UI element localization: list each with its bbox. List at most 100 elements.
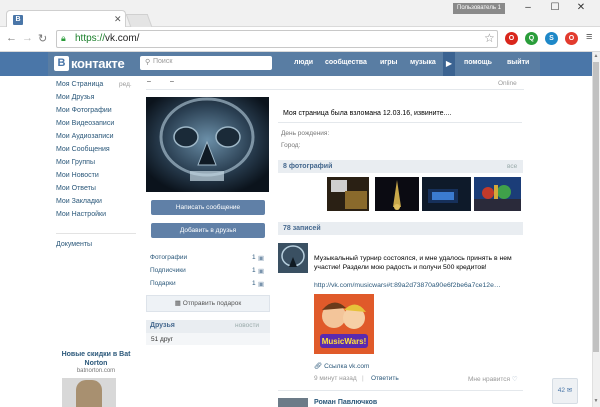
browser-menu-icon[interactable]: ≡: [586, 31, 592, 43]
post-author-avatar[interactable]: [278, 398, 308, 407]
vk-search-placeholder[interactable]: Поиск: [153, 58, 172, 65]
photos-title[interactable]: 8 фотографий: [283, 163, 332, 170]
forward-icon[interactable]: →: [22, 32, 33, 44]
menu-edit-link[interactable]: ред.: [119, 81, 132, 88]
followers-icon: ▣: [258, 268, 265, 275]
photo-thumb[interactable]: [422, 177, 471, 211]
gift-icon: ▦: [174, 300, 183, 307]
scroll-up-icon[interactable]: ▲: [592, 53, 600, 59]
chat-count: 42: [557, 387, 565, 394]
post-link[interactable]: http://vk.com/musicwars#t:89a2d73870a90e…: [314, 282, 501, 289]
menu-documents[interactable]: Документы: [56, 241, 92, 248]
menu-my-messages[interactable]: Мои Сообщения: [56, 146, 110, 153]
browser-tab[interactable]: В ✕: [6, 10, 126, 28]
chat-icon: ✉: [566, 387, 573, 394]
send-gift-label: Отправить подарок: [182, 300, 242, 307]
post-divider: [278, 390, 523, 391]
counter-photos-count[interactable]: 1: [252, 254, 256, 261]
photo-thumb[interactable]: [375, 177, 419, 211]
photo-thumb[interactable]: [474, 177, 521, 211]
gift-icon: ▣: [258, 281, 265, 288]
post-game-image[interactable]: MusicWars!: [314, 294, 374, 354]
menu-my-photos[interactable]: Мои Фотографии: [56, 107, 112, 114]
link-caption[interactable]: 🔗︎ Ссылка vk.com: [314, 362, 369, 370]
post-time[interactable]: 9 минут назад: [314, 375, 357, 382]
add-friend-button[interactable]: Добавить в друзья: [151, 223, 265, 238]
nav-logout[interactable]: выйти: [507, 59, 529, 66]
city-label: Город:: [281, 142, 301, 149]
game-title-text: MusicWars!: [322, 337, 367, 346]
reload-icon[interactable]: ↻: [38, 32, 47, 45]
profile-last-name: –: [170, 78, 174, 85]
ad-title[interactable]: Новые скидки в Bat Norton: [56, 350, 136, 368]
info-divider: [278, 122, 522, 123]
bookmark-star-icon[interactable]: ☆: [484, 31, 495, 45]
menu-divider: [56, 233, 136, 234]
scrollbar-thumb[interactable]: [593, 62, 599, 352]
birthday-label: День рождения:: [281, 130, 330, 137]
profile-first-name: –: [147, 78, 151, 85]
extension-icon[interactable]: O: [565, 32, 578, 45]
online-status: Online: [498, 80, 517, 87]
music-play-icon[interactable]: ▶: [443, 52, 455, 76]
link-caption-text: Ссылка vk.com: [324, 363, 370, 370]
counter-gifts-label[interactable]: Подарки: [150, 280, 176, 287]
friends-news-link[interactable]: новости: [235, 322, 259, 329]
post-author-name[interactable]: Роман Павлючков: [314, 399, 377, 406]
menu-my-settings[interactable]: Мои Настройки: [56, 211, 106, 218]
menu-my-groups[interactable]: Мои Группы: [56, 159, 95, 166]
wall-title[interactable]: 78 записей: [283, 225, 321, 232]
profile-status[interactable]: Моя страница была взломана 12.03.16, изв…: [283, 110, 451, 117]
friends-count[interactable]: 51 друг: [151, 336, 173, 343]
search-icon: ⚲: [145, 59, 151, 66]
counter-followers-count[interactable]: 1: [252, 267, 256, 274]
menu-my-bookmarks[interactable]: Мои Закладки: [56, 198, 102, 205]
lock-icon[interactable]: 🔒︎: [61, 33, 66, 44]
url-text[interactable]: https://vk.com/: [75, 33, 139, 44]
send-message-button[interactable]: Написать сообщение: [151, 200, 265, 215]
profile-name-bar: [146, 76, 524, 90]
ad-person-image[interactable]: [76, 380, 102, 407]
profile-badge[interactable]: Пользователь 1: [453, 3, 505, 14]
extension-icon[interactable]: O: [505, 32, 518, 45]
menu-my-audio[interactable]: Мои Аудиозаписи: [56, 133, 114, 140]
back-icon[interactable]: ←: [6, 32, 17, 44]
close-icon[interactable]: ✕: [571, 2, 591, 13]
menu-my-videos[interactable]: Мои Видеозаписи: [56, 120, 114, 127]
menu-my-answers[interactable]: Мои Ответы: [56, 185, 96, 192]
nav-communities[interactable]: сообщества: [325, 59, 367, 66]
vk-logo-text[interactable]: контакте: [71, 56, 125, 71]
post-author-avatar[interactable]: [278, 243, 308, 273]
like-button[interactable]: Мне нравится ♡: [468, 375, 518, 383]
chat-button[interactable]: 42 ✉: [552, 378, 578, 404]
send-gift-button[interactable]: ▦ Отправить подарок: [146, 295, 270, 312]
vk-logo-icon[interactable]: В: [54, 56, 69, 71]
like-label: Мне нравится: [468, 376, 511, 383]
dot-separator: |: [362, 375, 364, 382]
nav-music[interactable]: музыка: [410, 59, 436, 66]
nav-games[interactable]: игры: [380, 59, 397, 66]
link-icon: 🔗︎: [314, 363, 325, 370]
counter-followers-label[interactable]: Подписчики: [150, 267, 186, 274]
post-text: Музыкальный турнир состоялся, и мне удал…: [314, 255, 512, 271]
tab-close-icon[interactable]: ✕: [114, 14, 122, 25]
counter-photos-label[interactable]: Фотографии: [150, 254, 187, 261]
photos-all-link[interactable]: все: [507, 163, 517, 170]
nav-people[interactable]: люди: [294, 59, 313, 66]
photo-thumb[interactable]: [327, 177, 369, 211]
minimize-icon[interactable]: –: [518, 2, 538, 13]
nav-help[interactable]: помощь: [464, 59, 492, 66]
reply-link[interactable]: Ответить: [371, 375, 399, 382]
scroll-down-icon[interactable]: ▼: [592, 398, 600, 404]
profile-avatar[interactable]: [146, 97, 269, 192]
skype-extension-icon[interactable]: S: [545, 32, 558, 45]
maximize-icon[interactable]: ☐: [545, 2, 565, 13]
friends-title[interactable]: Друзья: [150, 322, 175, 329]
menu-my-friends[interactable]: Мои Друзья: [56, 94, 94, 101]
menu-my-page[interactable]: Моя Страница: [56, 81, 103, 88]
counter-gifts-count[interactable]: 1: [252, 280, 256, 287]
new-tab-button[interactable]: [125, 14, 153, 27]
extension-icon[interactable]: Q: [525, 32, 538, 45]
ad-url[interactable]: batnorton.com: [56, 368, 136, 374]
menu-my-news[interactable]: Мои Новости: [56, 172, 99, 179]
